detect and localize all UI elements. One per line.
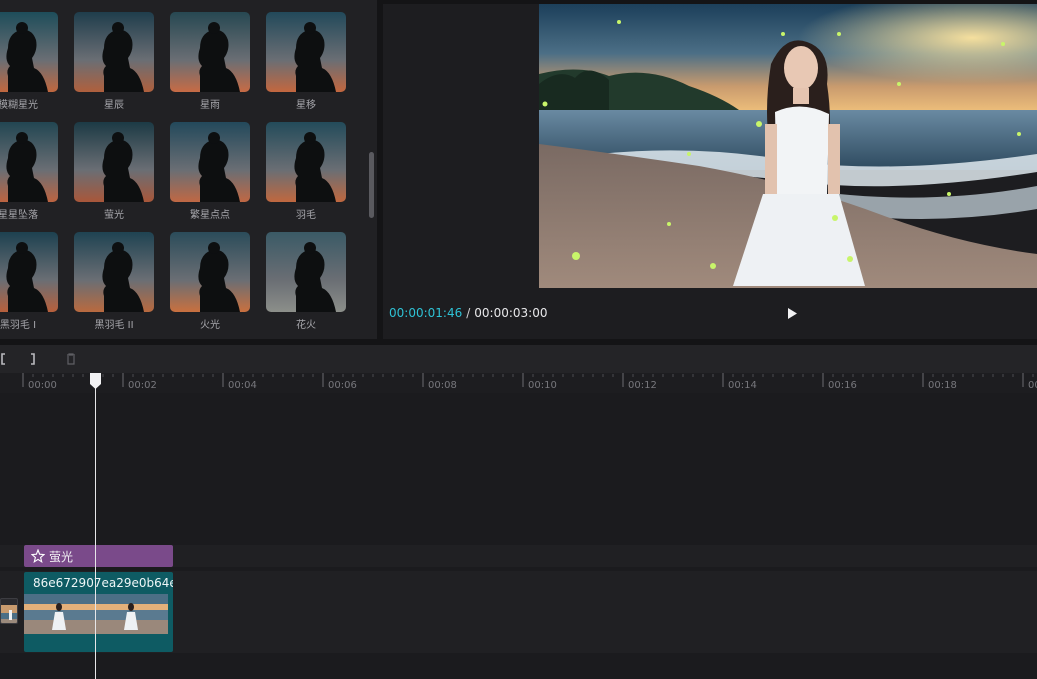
ruler-tick-label: 00:04: [228, 380, 257, 391]
effect-thumbnail[interactable]: [266, 122, 346, 202]
effect-label: 火光: [200, 320, 220, 331]
effect-item[interactable]: 模糊星光: [0, 12, 58, 111]
split-right-icon[interactable]: [24, 351, 40, 367]
effect-label: 星雨: [200, 100, 220, 111]
clip-frame: [96, 594, 168, 634]
effect-thumbnail[interactable]: [0, 12, 58, 92]
effect-label: 萤光: [104, 210, 124, 221]
current-time: 00:00:01:46: [389, 306, 463, 320]
effect-label: 星移: [296, 100, 316, 111]
ruler-tick-label: 00:18: [928, 380, 957, 391]
effect-thumbnail[interactable]: [74, 232, 154, 312]
playhead-line[interactable]: [95, 380, 96, 679]
ruler-tick-label: 00:12: [628, 380, 657, 391]
effect-clip[interactable]: 萤光: [24, 545, 173, 567]
effect-thumbnail[interactable]: [0, 232, 58, 312]
effect-item[interactable]: 火光: [170, 232, 250, 331]
timecode-display: 00:00:01:46/00:00:03:00: [389, 306, 547, 320]
effect-item[interactable]: 星移: [266, 12, 346, 111]
effects-scrollbar-thumb[interactable]: [369, 152, 374, 218]
ruler-tick-label: 00:06: [328, 380, 357, 391]
playhead-handle[interactable]: [90, 373, 101, 389]
effect-label: 模糊星光: [0, 100, 38, 111]
effect-item[interactable]: 繁星点点: [170, 122, 250, 221]
sparkle-icon: [31, 549, 45, 563]
ruler-tick-label: 00:20: [1028, 380, 1037, 391]
ruler-tick-label: 00:10: [528, 380, 557, 391]
effects-panel: 模糊星光 星辰 星雨 星移星星坠落 萤光 繁星点点 羽毛黑羽毛 I 黑羽毛 II 火光 花火: [0, 0, 377, 339]
delete-icon[interactable]: [63, 351, 79, 367]
video-clip-name: 86e672907ea29e0b64e3: [33, 576, 173, 590]
video-clip[interactable]: 86e672907ea29e0b64e3: [24, 572, 173, 652]
effect-label: 繁星点点: [190, 210, 230, 221]
cover-thumbnail[interactable]: [0, 598, 18, 624]
effect-item[interactable]: 花火: [266, 232, 346, 331]
ruler-tick-label: 00:02: [128, 380, 157, 391]
effect-thumbnail[interactable]: [266, 12, 346, 92]
preview-image: [539, 4, 1037, 288]
effect-thumbnail[interactable]: [170, 122, 250, 202]
effect-item[interactable]: 羽毛: [266, 122, 346, 221]
effect-thumbnail[interactable]: [74, 122, 154, 202]
effect-thumbnail[interactable]: [74, 12, 154, 92]
effect-label: 黑羽毛 II: [94, 320, 134, 331]
timeline-toolbar: [0, 345, 1037, 373]
play-button[interactable]: [781, 303, 803, 323]
effect-clip-label: 萤光: [49, 549, 74, 564]
clip-frame: [24, 594, 96, 634]
play-icon: [788, 307, 797, 319]
ruler-tick-label: 00:08: [428, 380, 457, 391]
ruler-tick-label: 00:16: [828, 380, 857, 391]
effect-label: 黑羽毛 I: [0, 320, 37, 331]
effect-thumbnail[interactable]: [266, 232, 346, 312]
effect-item[interactable]: 星雨: [170, 12, 250, 111]
video-preview[interactable]: [539, 4, 1037, 288]
total-time: 00:00:03:00: [474, 306, 548, 320]
effect-label: 花火: [296, 320, 316, 331]
effect-thumbnail[interactable]: [0, 122, 58, 202]
effect-item[interactable]: 黑羽毛 II: [74, 232, 154, 331]
time-separator: /: [466, 306, 471, 320]
split-left-icon[interactable]: [0, 351, 12, 367]
effect-label: 星辰: [104, 100, 124, 111]
effect-thumbnail[interactable]: [170, 232, 250, 312]
effect-item[interactable]: 星辰: [74, 12, 154, 111]
effect-item[interactable]: 黑羽毛 I: [0, 232, 58, 331]
effect-label: 星星坠落: [0, 210, 38, 221]
ruler-tick-label: 00:00: [28, 380, 57, 391]
effect-thumbnail[interactable]: [170, 12, 250, 92]
effect-item[interactable]: 星星坠落: [0, 122, 58, 221]
effect-item[interactable]: 萤光: [74, 122, 154, 221]
ruler-tick-label: 00:14: [728, 380, 757, 391]
effect-label: 羽毛: [296, 210, 316, 221]
